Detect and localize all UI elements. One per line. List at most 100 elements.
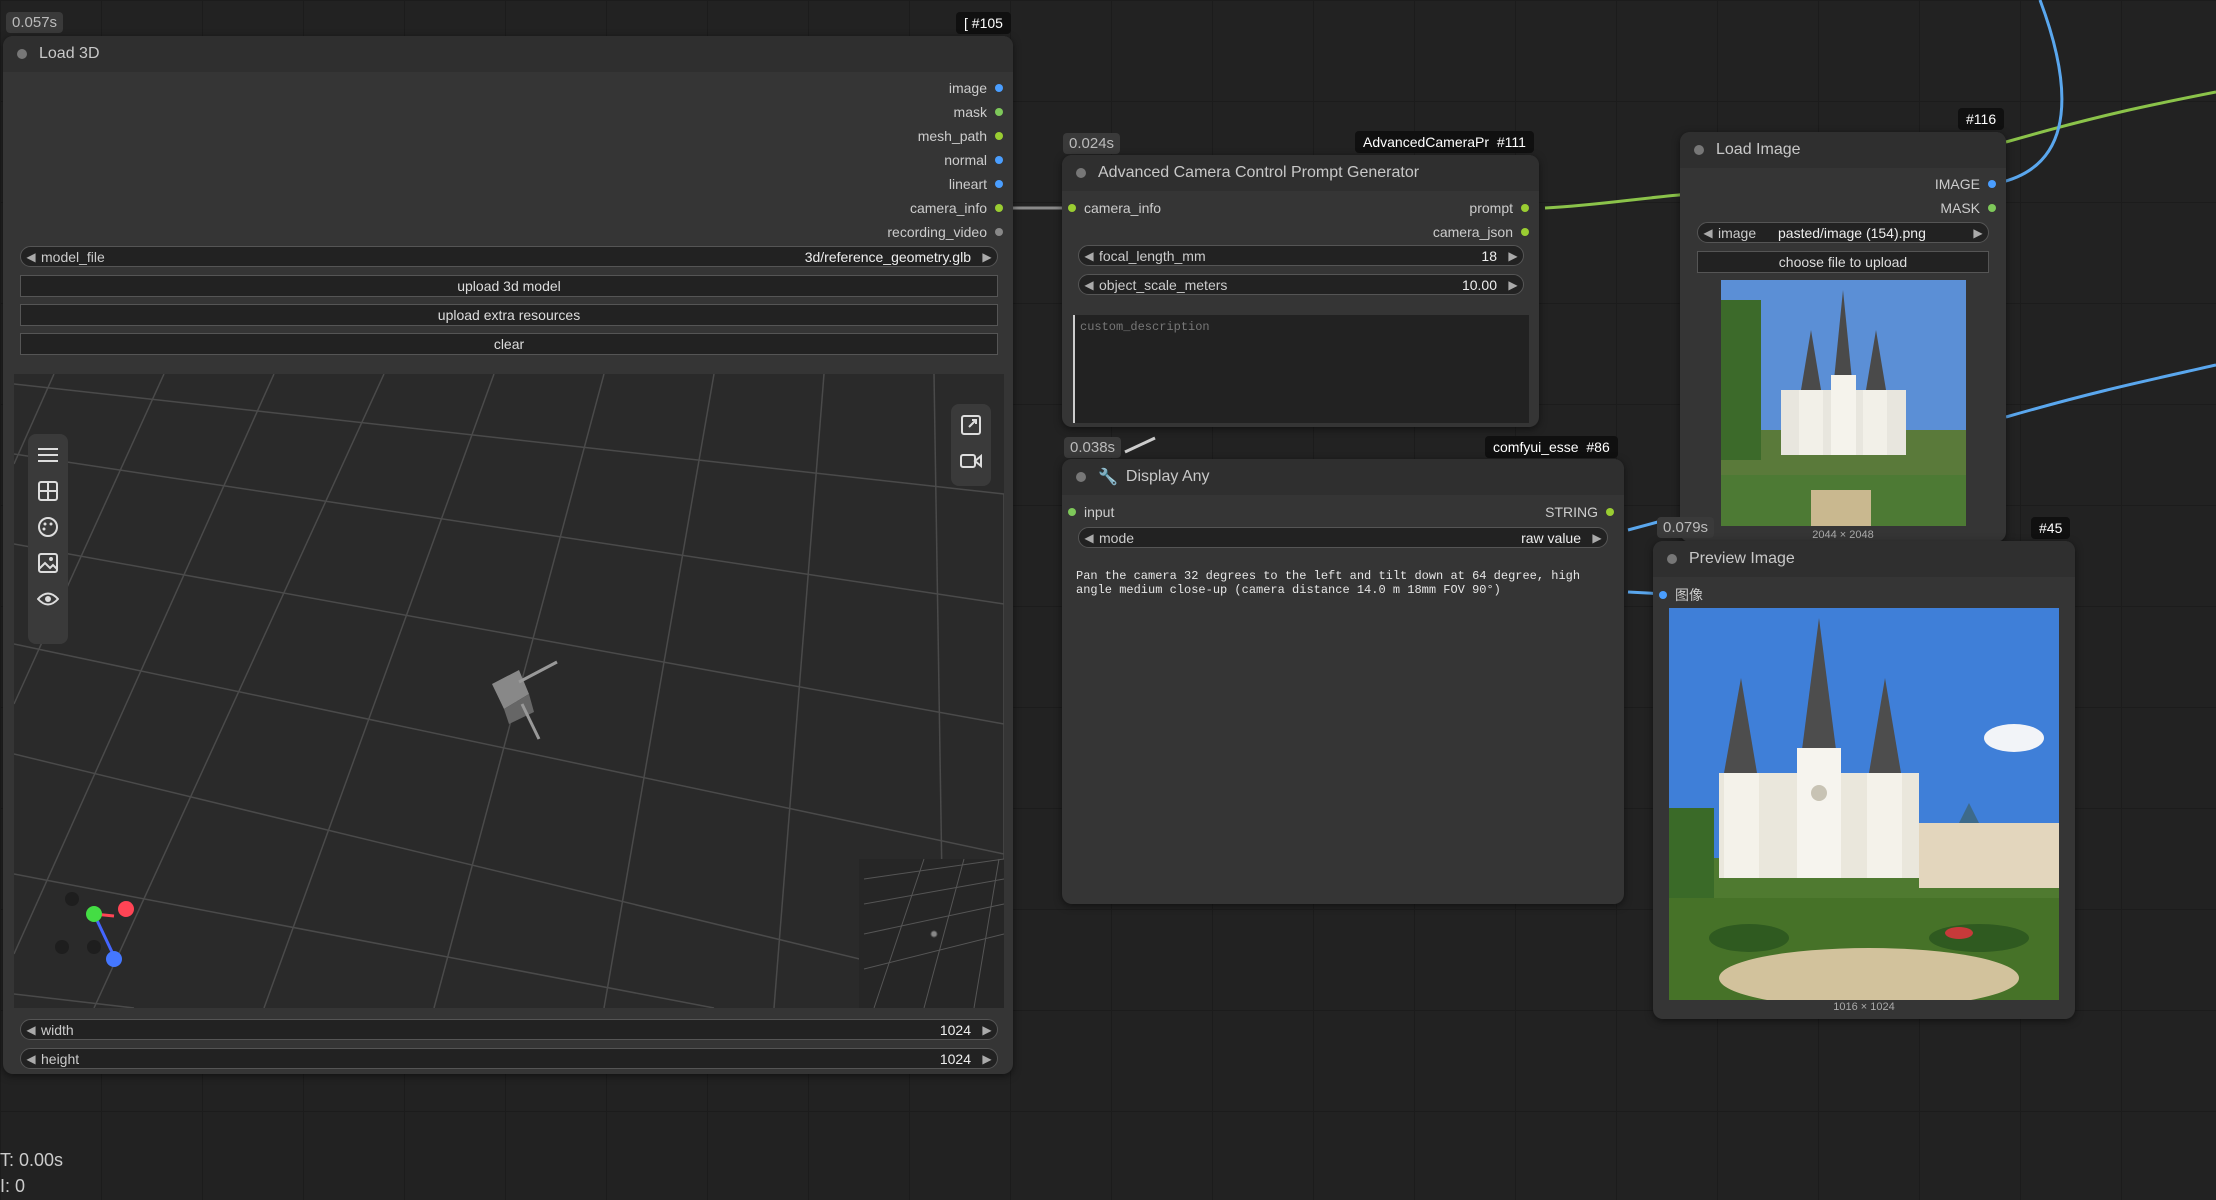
- output-image[interactable]: image: [949, 80, 1003, 96]
- output-slot[interactable]: [995, 156, 1003, 164]
- upload-extra-resources-button[interactable]: upload extra resources: [20, 304, 998, 326]
- widget-label: image: [1718, 224, 1757, 241]
- increment-icon[interactable]: ▶: [1503, 249, 1523, 263]
- loadimage-header[interactable]: Load Image: [1680, 132, 2006, 168]
- widget-value: 1024: [939, 1050, 971, 1067]
- grid-floor: [14, 374, 1004, 1008]
- output-string[interactable]: STRING: [1545, 504, 1614, 520]
- object-scale-stepper[interactable]: ◀ object_scale_meters 10.00 ▶: [1078, 274, 1524, 295]
- height-stepper[interactable]: ◀ height 1024 ▶: [20, 1048, 998, 1069]
- output-slot[interactable]: [995, 204, 1003, 212]
- input-camera-info[interactable]: camera_info: [1068, 200, 1161, 216]
- display-header[interactable]: 🔧 Display Any: [1062, 459, 1624, 495]
- preview-header[interactable]: Preview Image: [1653, 541, 2075, 577]
- output-slot[interactable]: [1988, 204, 1996, 212]
- output-slot[interactable]: [1521, 204, 1529, 212]
- load3d-title: Load 3D: [39, 45, 100, 62]
- video-camera-icon[interactable]: [956, 446, 986, 476]
- arrow-right-icon[interactable]: ▶: [977, 250, 997, 264]
- focal-length-stepper[interactable]: ◀ focal_length_mm 18 ▶: [1078, 245, 1524, 266]
- output-slot[interactable]: [995, 84, 1003, 92]
- loaded-image-thumbnail: [1721, 280, 1966, 526]
- camera-header[interactable]: Advanced Camera Control Prompt Generator: [1062, 155, 1539, 191]
- axis-gizmo[interactable]: [55, 892, 134, 967]
- badge-id: #111: [1496, 134, 1526, 150]
- width-stepper[interactable]: ◀ width 1024 ▶: [20, 1019, 998, 1040]
- grid-icon[interactable]: [33, 476, 63, 506]
- increment-icon[interactable]: ▶: [1503, 278, 1523, 292]
- camera-object[interactable]: [492, 660, 558, 740]
- output-mask[interactable]: mask: [954, 104, 1003, 120]
- collapse-dot[interactable]: [1076, 472, 1086, 482]
- fit-view-icon[interactable]: [956, 410, 986, 440]
- output-image[interactable]: IMAGE: [1935, 176, 1996, 192]
- load3d-node[interactable]: Load 3D image mask mesh_path normal line…: [3, 36, 1013, 1074]
- decrement-icon[interactable]: ◀: [1079, 278, 1099, 292]
- input-label: input: [1084, 504, 1115, 520]
- output-camera-json[interactable]: camera_json: [1433, 224, 1529, 240]
- arrow-right-icon[interactable]: ▶: [1968, 226, 1988, 240]
- output-normal[interactable]: normal: [944, 152, 1003, 168]
- arrow-left-icon[interactable]: ◀: [1698, 226, 1718, 240]
- output-slot[interactable]: [1521, 228, 1529, 236]
- collapse-dot[interactable]: [1667, 554, 1677, 564]
- collapse-dot[interactable]: [1076, 168, 1086, 178]
- display-title: Display Any: [1125, 468, 1210, 485]
- output-camera-info[interactable]: camera_info: [910, 200, 1003, 216]
- decrement-icon[interactable]: ◀: [21, 1052, 41, 1066]
- increment-icon[interactable]: ▶: [977, 1023, 997, 1037]
- display-any-node[interactable]: 🔧 Display Any input STRING ◀ mode raw val…: [1062, 459, 1624, 904]
- output-label: mesh_path: [917, 128, 987, 144]
- output-slot[interactable]: [995, 132, 1003, 140]
- clear-button[interactable]: clear: [20, 333, 998, 355]
- camera-prompt-node[interactable]: Advanced Camera Control Prompt Generator…: [1062, 155, 1539, 427]
- input-image[interactable]: 图像: [1659, 585, 1703, 605]
- input-slot[interactable]: [1068, 204, 1076, 212]
- output-label: prompt: [1469, 200, 1513, 216]
- input-slot[interactable]: [1659, 591, 1667, 599]
- load3d-header[interactable]: Load 3D: [3, 36, 1013, 72]
- arrow-left-icon[interactable]: ◀: [21, 250, 41, 264]
- increment-icon[interactable]: ▶: [977, 1052, 997, 1066]
- collapse-dot[interactable]: [1694, 145, 1704, 155]
- decrement-icon[interactable]: ◀: [1079, 249, 1099, 263]
- model-file-combo[interactable]: ◀ model_file 3d/reference_geometry.glb ▶: [20, 246, 998, 267]
- input-slot[interactable]: [1068, 508, 1076, 516]
- output-slot[interactable]: [1988, 180, 1996, 188]
- widget-value: pasted/image (154).png: [1778, 224, 1926, 241]
- output-label: image: [948, 80, 987, 96]
- widget-value: 18: [1481, 247, 1497, 264]
- collapse-dot[interactable]: [17, 49, 27, 59]
- input-input[interactable]: input: [1068, 504, 1114, 520]
- output-label: camera_json: [1432, 224, 1513, 240]
- output-lineart[interactable]: lineart: [949, 176, 1003, 192]
- output-slot[interactable]: [995, 180, 1003, 188]
- output-mesh-path[interactable]: mesh_path: [918, 128, 1003, 144]
- load-image-node[interactable]: Load Image IMAGE MASK ◀ image pasted/ima…: [1680, 132, 2006, 542]
- output-mask[interactable]: MASK: [1940, 200, 1996, 216]
- output-label: recording_video: [887, 224, 987, 240]
- custom-description-textarea[interactable]: custom_description: [1073, 315, 1529, 423]
- viewport-3d[interactable]: [14, 374, 1004, 1008]
- image-combo[interactable]: ◀ image pasted/image (154).png ▶: [1697, 222, 1989, 243]
- output-slot[interactable]: [1606, 508, 1614, 516]
- image-icon[interactable]: [33, 548, 63, 578]
- badge-id: #86: [1586, 439, 1610, 455]
- arrow-left-icon[interactable]: ◀: [1079, 531, 1099, 545]
- output-slot[interactable]: [995, 108, 1003, 116]
- decrement-icon[interactable]: ◀: [21, 1023, 41, 1037]
- preview-image-node[interactable]: Preview Image 图像 1016 × 1024: [1653, 541, 2075, 1019]
- choose-file-button[interactable]: choose file to upload: [1697, 251, 1989, 273]
- output-slot[interactable]: [995, 228, 1003, 236]
- menu-icon[interactable]: [33, 440, 63, 470]
- output-recording-video[interactable]: recording_video: [887, 224, 1003, 240]
- mode-combo[interactable]: ◀ mode raw value ▶: [1078, 527, 1608, 548]
- palette-icon[interactable]: [33, 512, 63, 542]
- link-short: [1124, 436, 1156, 454]
- loadimage-badge: #116: [1958, 108, 2005, 130]
- upload-3d-model-button[interactable]: upload 3d model: [20, 275, 998, 297]
- eye-icon[interactable]: [33, 584, 63, 614]
- arrow-right-icon[interactable]: ▶: [1587, 531, 1607, 545]
- output-prompt[interactable]: prompt: [1469, 200, 1529, 216]
- viewport-toolbar: [28, 434, 68, 644]
